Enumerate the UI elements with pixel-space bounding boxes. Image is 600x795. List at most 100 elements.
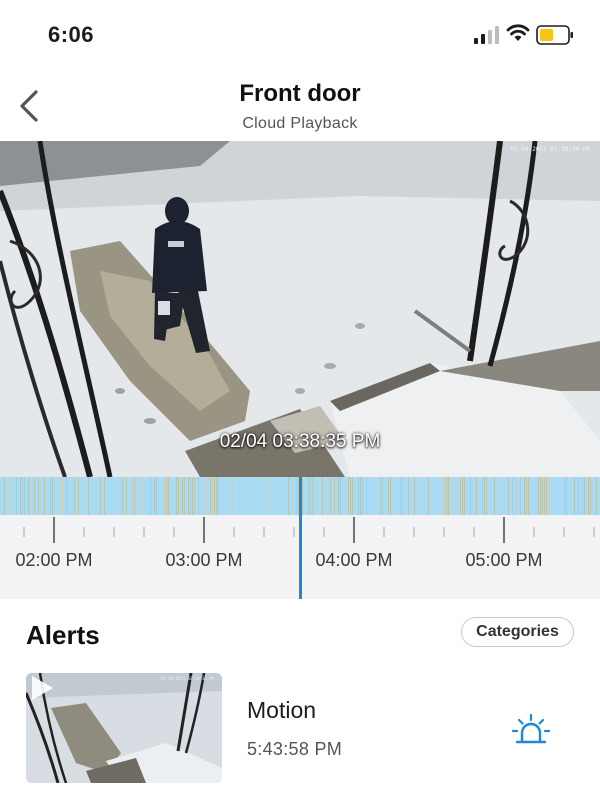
activity-mark xyxy=(210,477,211,515)
categories-button[interactable]: Categories xyxy=(461,617,574,647)
activity-mark xyxy=(176,477,177,515)
activity-mark xyxy=(44,477,45,515)
activity-mark xyxy=(78,477,79,515)
activity-mark xyxy=(538,477,539,515)
activity-mark xyxy=(362,477,363,515)
activity-mark xyxy=(74,477,75,515)
activity-mark xyxy=(516,477,517,515)
activity-mark xyxy=(38,477,39,515)
activity-mark xyxy=(212,477,213,515)
activity-mark xyxy=(322,477,323,515)
status-bar: 6:06 xyxy=(0,0,600,72)
activity-mark xyxy=(590,477,591,515)
activity-mark xyxy=(330,477,331,515)
activity-mark xyxy=(314,477,315,515)
activity-mark xyxy=(10,477,11,515)
activity-mark xyxy=(460,477,461,515)
activity-mark xyxy=(582,477,583,515)
activity-mark xyxy=(34,477,35,515)
activity-mark xyxy=(302,477,303,515)
activity-mark xyxy=(132,477,133,515)
activity-mark xyxy=(484,477,485,515)
activity-mark xyxy=(388,477,389,515)
activity-mark xyxy=(444,477,445,515)
activity-mark xyxy=(348,477,349,515)
timeline-label: 02:00 PM xyxy=(15,550,93,570)
activity-mark xyxy=(520,477,521,515)
activity-mark xyxy=(526,477,527,515)
activity-mark xyxy=(100,477,101,515)
activity-mark xyxy=(452,477,453,515)
activity-mark xyxy=(190,477,191,515)
activity-mark xyxy=(192,477,193,515)
activity-mark xyxy=(352,477,353,515)
activity-mark xyxy=(486,477,487,515)
activity-mark xyxy=(88,477,89,515)
video-frame xyxy=(0,141,600,477)
page-title: Front door xyxy=(239,80,361,107)
thumbnail-timestamp: 02-04-2021 03:38:34 PM xyxy=(161,676,214,681)
activity-mark xyxy=(164,477,165,515)
activity-mark xyxy=(28,477,29,515)
activity-mark xyxy=(524,477,525,515)
activity-mark xyxy=(380,477,381,515)
page-subtitle: Cloud Playback xyxy=(242,115,358,132)
camera-timestamp: 02-04-2021 03:38:34 PM xyxy=(510,146,590,153)
activity-mark xyxy=(166,477,167,515)
activity-mark xyxy=(546,477,547,515)
activity-mark xyxy=(122,477,123,515)
activity-mark xyxy=(508,477,509,515)
activity-mark xyxy=(66,477,67,515)
activity-mark xyxy=(184,477,185,515)
activity-mark xyxy=(288,477,289,515)
activity-mark xyxy=(4,477,5,515)
playback-time-overlay: 02/04 03:38:35 PM xyxy=(219,431,381,452)
activity-mark xyxy=(476,477,477,515)
activity-mark xyxy=(414,477,415,515)
motion-alarm-icon xyxy=(512,713,550,744)
activity-mark xyxy=(338,477,339,515)
video-player[interactable]: 02-04-2021 03:38:34 PM 02/04 03:38:35 PM xyxy=(0,141,600,477)
alert-time: 5:43:58 PM xyxy=(247,739,343,759)
activity-mark xyxy=(578,477,579,515)
activity-mark xyxy=(126,477,127,515)
activity-mark xyxy=(446,477,447,515)
battery-icon xyxy=(536,25,573,45)
activity-mark xyxy=(540,477,541,515)
cellular-signal-icon xyxy=(474,26,499,44)
activity-mark xyxy=(566,477,567,515)
activity-mark xyxy=(134,477,135,515)
activity-mark xyxy=(150,477,151,515)
activity-mark xyxy=(312,477,313,515)
activity-mark xyxy=(214,477,215,515)
alert-thumbnail[interactable]: 02-04-2021 03:38:34 PM xyxy=(26,673,222,783)
activity-mark xyxy=(588,477,589,515)
status-time: 6:06 xyxy=(48,22,95,47)
activity-mark xyxy=(400,477,401,515)
timeline-scrubber[interactable]: 02:00 PM 03:00 PM 04:00 PM 05:00 PM xyxy=(0,477,600,599)
activity-mark xyxy=(22,477,23,515)
activity-mark xyxy=(470,477,471,515)
activity-mark xyxy=(350,477,351,515)
activity-mark xyxy=(390,477,391,515)
activity-mark xyxy=(462,477,463,515)
activity-mark xyxy=(62,477,63,515)
activity-mark xyxy=(574,477,575,515)
activity-mark xyxy=(16,477,17,515)
activity-mark xyxy=(340,477,341,515)
activity-mark xyxy=(188,477,189,515)
activity-mark xyxy=(360,477,361,515)
activity-mark xyxy=(334,477,335,515)
activity-mark xyxy=(448,477,449,515)
activity-mark xyxy=(494,477,495,515)
activity-mark xyxy=(24,477,25,515)
playhead[interactable] xyxy=(299,477,302,599)
alert-item[interactable]: 02-04-2021 03:38:34 PM Motion 5:43:58 PM xyxy=(0,670,600,788)
activity-mark xyxy=(140,477,141,515)
activity-mark xyxy=(156,477,157,515)
play-icon[interactable] xyxy=(26,673,56,703)
activity-mark xyxy=(358,477,359,515)
activity-mark xyxy=(596,477,597,515)
activity-mark xyxy=(482,477,483,515)
activity-mark xyxy=(216,477,217,515)
